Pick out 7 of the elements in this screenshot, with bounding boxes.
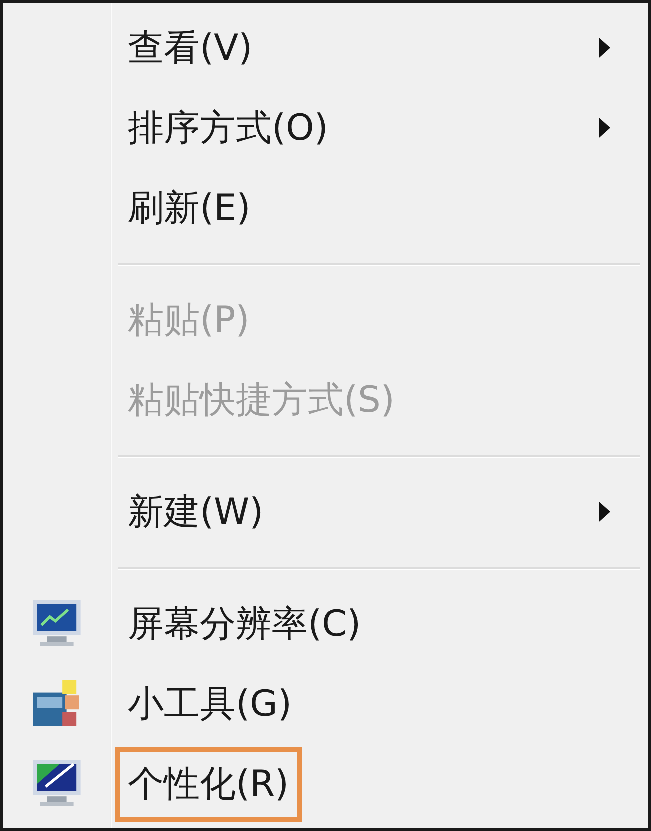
menu-item[interactable]: 屏幕分辨率(C) [3, 584, 648, 664]
menu-item[interactable]: 个性化(R) [3, 744, 648, 824]
menu-item[interactable]: 新建(W) [3, 472, 648, 552]
menu-item[interactable]: 刷新(E) [3, 168, 648, 248]
menu-item[interactable]: 查看(V) [3, 8, 648, 88]
menu-item[interactable]: 小工具(G) [3, 664, 648, 744]
menu-item[interactable]: 排序方式(O) [3, 88, 648, 168]
